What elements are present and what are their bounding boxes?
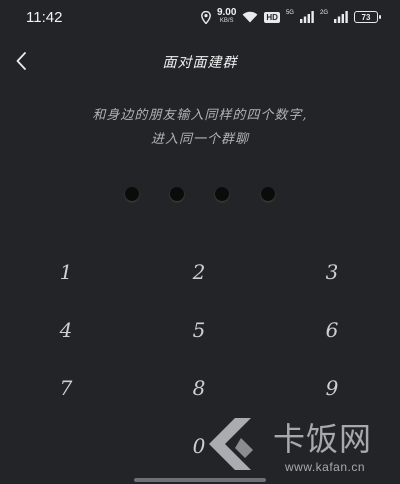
instruction-line-2: 进入同一个群聊 — [150, 132, 249, 147]
key-1[interactable]: 1 — [36, 252, 96, 292]
pin-dot-1 — [125, 187, 139, 201]
key-6[interactable]: 6 — [302, 310, 362, 350]
home-indicator[interactable] — [134, 478, 266, 482]
status-icons: 9.00 KB/S HD 5G 2G 73 — [201, 7, 381, 25]
key-8[interactable]: 8 — [169, 368, 229, 408]
pin-dot-2 — [170, 187, 184, 201]
net-speed-value: 9.00 — [216, 7, 237, 18]
pin-dot-4 — [261, 187, 275, 201]
wifi-icon — [243, 11, 258, 23]
instruction-line-1: 和身边的朋友输入同样的四个数字, — [92, 108, 308, 123]
key-5[interactable]: 5 — [169, 310, 229, 350]
kafan-logo-icon — [209, 418, 253, 470]
status-bar: 11:42 9.00 KB/S HD 5G 2G 73 — [0, 0, 400, 36]
watermark-url: www.kafan.cn — [285, 460, 366, 474]
key-7[interactable]: 7 — [36, 368, 96, 408]
battery-level: 73 — [361, 12, 371, 22]
pin-dot-3 — [215, 187, 229, 201]
net-tag-5g: 5G — [285, 10, 294, 16]
key-2[interactable]: 2 — [169, 252, 229, 292]
watermark-title: 卡饭网 — [273, 420, 373, 458]
watermark: 卡饭网 www.kafan.cn — [205, 410, 400, 484]
location-icon — [201, 10, 211, 24]
page-title: 面对面建群 — [162, 55, 238, 71]
battery-icon: 73 — [354, 11, 381, 23]
signal-icon-secondary — [334, 11, 348, 23]
net-speed-unit: KB/S — [219, 18, 234, 24]
hd-badge: HD — [264, 11, 280, 23]
key-9[interactable]: 9 — [302, 368, 362, 408]
signal-icon — [299, 11, 314, 23]
key-3[interactable]: 3 — [302, 252, 362, 292]
pin-dots — [0, 187, 400, 203]
net-speed: 9.00 KB/S — [216, 7, 237, 25]
net-tag-2g: 2G — [319, 10, 328, 16]
key-4[interactable]: 4 — [36, 310, 96, 350]
status-time: 11:42 — [26, 9, 63, 26]
screen: 11:42 9.00 KB/S HD 5G 2G 73 面对面建群 和身边的朋友… — [0, 0, 400, 484]
